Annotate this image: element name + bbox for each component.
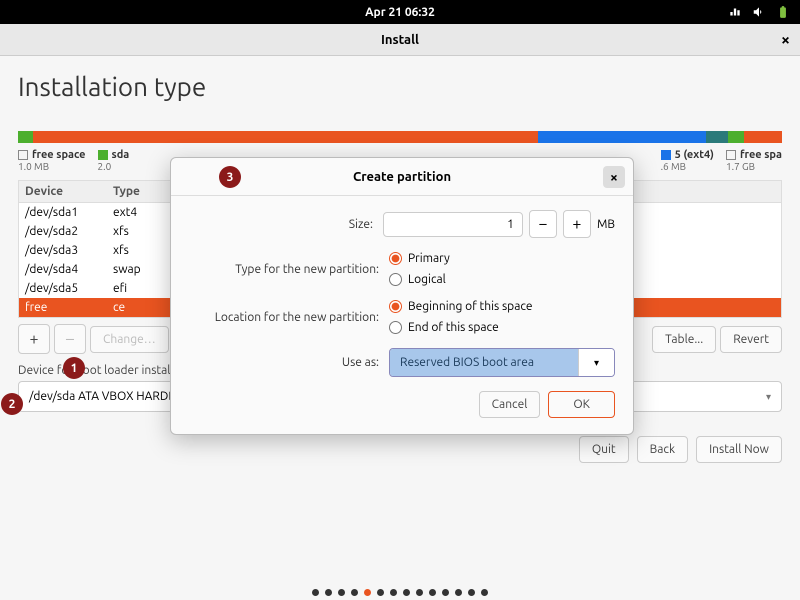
use-as-select[interactable]: Reserved BIOS boot area ▾ bbox=[389, 348, 615, 377]
revert-button[interactable]: Revert bbox=[720, 326, 782, 353]
use-as-label: Use as: bbox=[189, 356, 389, 369]
partition-location-label: Location for the new partition: bbox=[189, 311, 389, 324]
radio-logical[interactable]: Logical bbox=[389, 273, 446, 286]
radio-end[interactable]: End of this space bbox=[389, 321, 499, 334]
clock: Apr 21 06:32 bbox=[365, 6, 435, 19]
legend-item: free space 1.0 MB bbox=[18, 149, 86, 172]
window-title: Install bbox=[381, 33, 419, 47]
window-titlebar: Install × bbox=[0, 24, 800, 56]
dialog-close-button[interactable]: × bbox=[603, 166, 625, 188]
legend-item: sda 2.0 bbox=[98, 149, 130, 172]
page-indicator bbox=[0, 589, 800, 596]
install-now-button[interactable]: Install Now bbox=[696, 436, 782, 463]
quit-button[interactable]: Quit bbox=[579, 436, 629, 463]
size-unit: MB bbox=[597, 218, 615, 231]
partition-strip bbox=[18, 131, 782, 143]
battery-icon bbox=[776, 5, 790, 19]
network-icon bbox=[728, 5, 742, 19]
system-tray[interactable] bbox=[728, 5, 790, 19]
chevron-down-icon: ▾ bbox=[578, 349, 614, 376]
new-table-button[interactable]: Table... bbox=[652, 326, 716, 353]
size-increment-button[interactable]: + bbox=[563, 210, 591, 238]
annotation-marker-2: 2 bbox=[1, 393, 23, 415]
volume-icon bbox=[752, 5, 766, 19]
remove-partition-button[interactable]: – bbox=[54, 324, 86, 354]
use-as-value: Reserved BIOS boot area bbox=[390, 349, 578, 376]
annotation-marker-3: 3 bbox=[219, 166, 241, 188]
size-label: Size: bbox=[189, 218, 383, 231]
radio-primary[interactable]: Primary bbox=[389, 252, 450, 265]
change-button[interactable]: Change… bbox=[90, 326, 169, 353]
legend-item: free spa 1.7 GB bbox=[726, 149, 782, 172]
size-input[interactable] bbox=[383, 212, 523, 237]
add-partition-button[interactable]: + bbox=[18, 324, 50, 354]
close-icon[interactable]: × bbox=[781, 31, 790, 49]
chevron-down-icon: ▾ bbox=[766, 391, 771, 403]
back-button[interactable]: Back bbox=[637, 436, 688, 463]
gnome-topbar: Apr 21 06:32 bbox=[0, 0, 800, 24]
annotation-marker-1: 1 bbox=[63, 357, 85, 379]
size-decrement-button[interactable]: − bbox=[529, 210, 557, 238]
footer-buttons: Quit Back Install Now bbox=[18, 436, 782, 463]
radio-beginning[interactable]: Beginning of this space bbox=[389, 300, 533, 313]
dialog-title: Create partition bbox=[353, 170, 451, 184]
page-title: Installation type bbox=[18, 72, 782, 101]
cancel-button[interactable]: Cancel bbox=[479, 391, 541, 418]
create-partition-dialog: Create partition × Size: − + MB Type for… bbox=[170, 157, 634, 435]
partition-type-label: Type for the new partition: bbox=[189, 263, 389, 276]
ok-button[interactable]: OK bbox=[548, 391, 615, 418]
legend-item: 5 (ext4) .6 MB bbox=[661, 149, 714, 172]
